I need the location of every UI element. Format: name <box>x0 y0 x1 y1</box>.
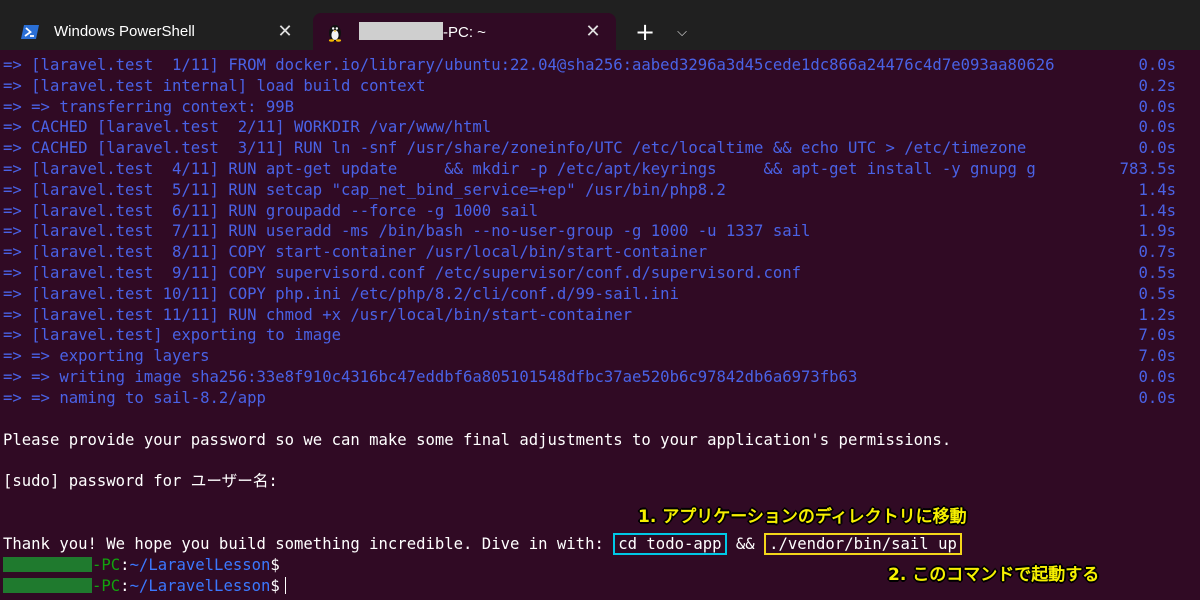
annotation-move-directory: 1. アプリケーションのディレクトリに移動 <box>638 507 967 527</box>
password-notice: Please provide your password so we can m… <box>3 431 952 449</box>
build-log-line: => [laravel.test 10/11] COPY php.ini /et… <box>3 284 679 303</box>
build-log-line: => => naming to sail-8.2/app <box>3 388 266 407</box>
build-log-time: 1.2s <box>1138 305 1176 324</box>
command-sail-up: ./vendor/bin/sail up <box>764 533 962 555</box>
prompt-symbol: $ <box>270 577 280 595</box>
build-log-line: => [laravel.test 9/11] COPY supervisord.… <box>3 264 801 282</box>
build-log-time: 1.4s <box>1138 180 1176 199</box>
prompt-path: ~/LaravelLesson <box>129 577 271 595</box>
prompt-host: -PC <box>92 556 121 574</box>
build-log-line: => [laravel.test internal] load build co… <box>3 76 426 95</box>
text-cursor <box>284 577 286 594</box>
chevron-down-icon[interactable]: ⌵ <box>670 20 694 46</box>
prompt-colon: : <box>120 577 130 595</box>
prompt-symbol: $ <box>270 556 280 574</box>
terminal-output[interactable]: => [laravel.test 1/11] FROM docker.io/li… <box>0 50 1200 600</box>
build-log-time: 0.0s <box>1138 97 1176 116</box>
tab-title: -PC: ~ <box>359 22 580 41</box>
build-log-line: => [laravel.test] exporting to image <box>3 326 341 345</box>
thanks-line: Thank you! We hope you build something i… <box>3 533 962 555</box>
build-log-line: => [laravel.test 5/11] RUN setcap "cap_n… <box>3 180 726 199</box>
build-log-time: 7.0s <box>1138 326 1176 345</box>
and-operator: && <box>726 535 765 553</box>
build-log-line: => CACHED [laravel.test 2/11] WORKDIR /v… <box>3 118 492 137</box>
powershell-icon <box>21 24 39 39</box>
build-log-time: 783.5s <box>1119 160 1176 178</box>
annotation-start-command: 2. このコマンドで起動する <box>888 565 1100 585</box>
build-log-line: => => exporting layers <box>3 347 210 366</box>
command-cd-todo-app: cd todo-app <box>613 533 727 555</box>
build-log-line: => [laravel.test 7/11] RUN useradd -ms /… <box>3 222 811 241</box>
new-tab-button[interactable]: + <box>630 18 660 48</box>
redacted-hostname <box>359 22 443 40</box>
build-log-time: 0.0s <box>1138 368 1176 386</box>
sudo-prompt: [sudo] password for ユーザー名: <box>3 472 278 490</box>
build-log-line: => => transferring context: 99B <box>3 97 295 116</box>
thanks-text: Thank you! We hope you build something i… <box>3 535 614 553</box>
build-log-line: => [laravel.test 8/11] COPY start-contai… <box>3 243 708 262</box>
build-log-time: 0.5s <box>1138 284 1176 303</box>
build-log-line: => [laravel.test 4/11] RUN apt-get updat… <box>3 160 1036 178</box>
redacted-username <box>3 578 92 593</box>
build-log-time: 0.2s <box>1138 76 1176 95</box>
tab-title: Windows PowerShell <box>54 23 195 40</box>
build-log-time: 0.0s <box>1138 139 1176 158</box>
shell-prompt-active[interactable]: -PC:~/LaravelLesson$ <box>3 576 286 596</box>
tab-ubuntu-pc[interactable]: -PC: ~ ✕ <box>313 13 616 50</box>
close-icon[interactable]: ✕ <box>272 19 298 45</box>
build-log-time: 1.9s <box>1138 222 1176 241</box>
prompt-path: ~/LaravelLesson <box>129 556 271 574</box>
build-log-time: 0.0s <box>1138 388 1176 407</box>
build-log-line: => CACHED [laravel.test 3/11] RUN ln -sn… <box>3 139 1027 158</box>
tab-windows-powershell[interactable]: Windows PowerShell ✕ <box>8 13 308 50</box>
linux-tux-icon <box>328 24 342 42</box>
shell-prompt: -PC:~/LaravelLesson$ <box>3 555 280 575</box>
build-log-time: 0.0s <box>1138 118 1176 137</box>
tab-bar: Windows PowerShell ✕ -PC: ~ ✕ + ⌵ <box>0 0 1200 50</box>
prompt-host: -PC <box>92 577 121 595</box>
build-log-time: 0.5s <box>1138 264 1176 282</box>
redacted-username <box>3 557 92 572</box>
prompt-colon: : <box>120 556 130 574</box>
build-log-line: => [laravel.test 6/11] RUN groupadd --fo… <box>3 201 539 220</box>
build-log-line: => [laravel.test 1/11] FROM docker.io/li… <box>3 56 1055 74</box>
build-log-time: 7.0s <box>1138 347 1176 366</box>
build-log-line: => => writing image sha256:33e8f910c4316… <box>3 368 858 386</box>
build-log-line: => [laravel.test 11/11] RUN chmod +x /us… <box>3 305 633 324</box>
build-log-time: 0.7s <box>1138 243 1176 262</box>
close-icon[interactable]: ✕ <box>580 19 606 45</box>
build-log-time: 0.0s <box>1138 56 1176 74</box>
tab-title-text: -PC: ~ <box>443 24 486 41</box>
build-log-time: 1.4s <box>1138 201 1176 220</box>
